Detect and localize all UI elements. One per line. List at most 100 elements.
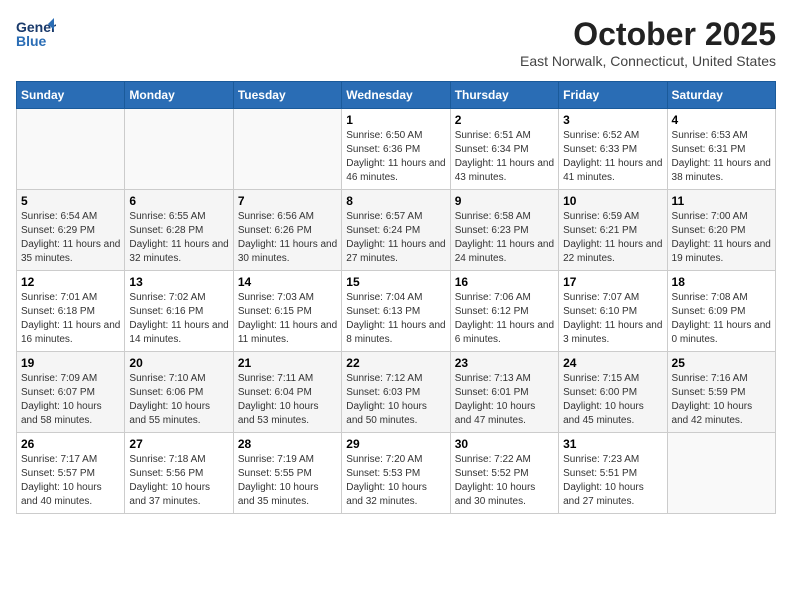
day-number: 12 (21, 275, 120, 289)
day-number: 23 (455, 356, 554, 370)
calendar-cell: 18Sunrise: 7:08 AMSunset: 6:09 PMDayligh… (667, 271, 775, 352)
weekday-header: Sunday (17, 82, 125, 109)
calendar-week-row: 26Sunrise: 7:17 AMSunset: 5:57 PMDayligh… (17, 433, 776, 514)
day-info: Sunrise: 7:23 AMSunset: 5:51 PMDaylight:… (563, 453, 662, 509)
weekday-header: Friday (559, 82, 667, 109)
day-info: Sunrise: 7:04 AMSunset: 6:13 PMDaylight:… (346, 291, 445, 347)
weekday-header: Tuesday (233, 82, 341, 109)
weekday-header: Monday (125, 82, 233, 109)
calendar-cell: 31 Sunrise: 7:23 AMSunset: 5:51 PMDayligh… (559, 433, 667, 514)
day-number: 14 (238, 275, 337, 289)
calendar-cell: 28 Sunrise: 7:19 AMSunset: 5:55 PMDayligh… (233, 433, 341, 514)
day-info: Sunrise: 7:02 AMSunset: 6:16 PMDaylight:… (129, 291, 228, 347)
day-number: 5 (21, 194, 120, 208)
day-number: 7 (238, 194, 337, 208)
day-info: Sunrise: 7:07 AMSunset: 6:10 PMDaylight:… (563, 291, 662, 347)
day-number: 17 (563, 275, 662, 289)
day-info: Sunrise: 6:55 AMSunset: 6:28 PMDaylight:… (129, 210, 228, 266)
day-info: Sunrise: 7:10 AMSunset: 6:06 PMDaylight:… (129, 372, 228, 428)
day-info: Sunrise: 7:19 AMSunset: 5:55 PMDaylight:… (238, 453, 337, 509)
day-info: Sunrise: 7:16 AMSunset: 5:59 PMDaylight:… (672, 372, 771, 428)
day-number: 31 (563, 437, 662, 451)
day-number: 20 (129, 356, 228, 370)
calendar-cell: 17 Sunrise: 7:07 AMSunset: 6:10 PMDayligh… (559, 271, 667, 352)
day-number: 22 (346, 356, 445, 370)
day-number: 11 (672, 194, 771, 208)
location: East Norwalk, Connecticut, United States (520, 53, 776, 69)
calendar-cell: 29Sunrise: 7:20 AMSunset: 5:53 PMDayligh… (342, 433, 450, 514)
day-info: Sunrise: 6:52 AMSunset: 6:33 PMDaylight:… (563, 129, 662, 185)
svg-text:Blue: Blue (16, 33, 47, 49)
calendar-cell: 2Sunrise: 6:51 AMSunset: 6:34 PMDaylight… (450, 109, 558, 190)
day-number: 21 (238, 356, 337, 370)
day-info: Sunrise: 7:13 AMSunset: 6:01 PMDaylight:… (455, 372, 554, 428)
calendar-cell: 23 Sunrise: 7:13 AMSunset: 6:01 PMDayligh… (450, 352, 558, 433)
day-number: 18 (672, 275, 771, 289)
calendar-week-row: 19 Sunrise: 7:09 AMSunset: 6:07 PMDayligh… (17, 352, 776, 433)
calendar-cell: 24 Sunrise: 7:15 AMSunset: 6:00 PMDayligh… (559, 352, 667, 433)
day-info: Sunrise: 7:11 AMSunset: 6:04 PMDaylight:… (238, 372, 337, 428)
day-info: Sunrise: 7:09 AMSunset: 6:07 PMDaylight:… (21, 372, 120, 428)
calendar-cell: 8 Sunrise: 6:57 AMSunset: 6:24 PMDaylight… (342, 190, 450, 271)
day-number: 2 (455, 113, 554, 127)
calendar-cell: 21 Sunrise: 7:11 AMSunset: 6:04 PMDayligh… (233, 352, 341, 433)
calendar-cell: 19 Sunrise: 7:09 AMSunset: 6:07 PMDayligh… (17, 352, 125, 433)
day-info: Sunrise: 6:53 AMSunset: 6:31 PMDaylight:… (672, 129, 771, 185)
calendar-cell: 10Sunrise: 6:59 AMSunset: 6:21 PMDayligh… (559, 190, 667, 271)
day-info: Sunrise: 7:00 AMSunset: 6:20 PMDaylight:… (672, 210, 771, 266)
day-info: Sunrise: 7:12 AMSunset: 6:03 PMDaylight:… (346, 372, 445, 428)
day-number: 27 (129, 437, 228, 451)
day-info: Sunrise: 7:22 AMSunset: 5:52 PMDaylight:… (455, 453, 554, 509)
day-number: 3 (563, 113, 662, 127)
calendar-cell: 20 Sunrise: 7:10 AMSunset: 6:06 PMDayligh… (125, 352, 233, 433)
day-number: 15 (346, 275, 445, 289)
day-number: 1 (346, 113, 445, 127)
day-info: Sunrise: 7:03 AMSunset: 6:15 PMDaylight:… (238, 291, 337, 347)
calendar-week-row: 5 Sunrise: 6:54 AMSunset: 6:29 PMDaylight… (17, 190, 776, 271)
day-number: 8 (346, 194, 445, 208)
calendar-cell: 9 Sunrise: 6:58 AMSunset: 6:23 PMDaylight… (450, 190, 558, 271)
calendar-cell (667, 433, 775, 514)
weekday-header: Wednesday (342, 82, 450, 109)
day-number: 29 (346, 437, 445, 451)
calendar-header-row: SundayMondayTuesdayWednesdayThursdayFrid… (17, 82, 776, 109)
day-info: Sunrise: 6:54 AMSunset: 6:29 PMDaylight:… (21, 210, 120, 266)
day-info: Sunrise: 6:56 AMSunset: 6:26 PMDaylight:… (238, 210, 337, 266)
day-info: Sunrise: 6:57 AMSunset: 6:24 PMDaylight:… (346, 210, 445, 266)
day-number: 30 (455, 437, 554, 451)
weekday-header: Saturday (667, 82, 775, 109)
day-info: Sunrise: 6:59 AMSunset: 6:21 PMDaylight:… (563, 210, 662, 266)
day-number: 28 (238, 437, 337, 451)
day-number: 13 (129, 275, 228, 289)
page-header: General Blue October 2025 East Norwalk, … (16, 16, 776, 69)
day-number: 26 (21, 437, 120, 451)
day-number: 6 (129, 194, 228, 208)
calendar-cell: 4 Sunrise: 6:53 AMSunset: 6:31 PMDaylight… (667, 109, 775, 190)
calendar-cell: 1 Sunrise: 6:50 AMSunset: 6:36 PMDaylight… (342, 109, 450, 190)
weekday-header: Thursday (450, 82, 558, 109)
day-info: Sunrise: 6:50 AMSunset: 6:36 PMDaylight:… (346, 129, 445, 185)
day-number: 4 (672, 113, 771, 127)
calendar-cell (17, 109, 125, 190)
calendar-cell: 30 Sunrise: 7:22 AMSunset: 5:52 PMDayligh… (450, 433, 558, 514)
day-number: 24 (563, 356, 662, 370)
calendar-week-row: 1 Sunrise: 6:50 AMSunset: 6:36 PMDaylight… (17, 109, 776, 190)
calendar-cell: 11 Sunrise: 7:00 AMSunset: 6:20 PMDayligh… (667, 190, 775, 271)
day-info: Sunrise: 7:15 AMSunset: 6:00 PMDaylight:… (563, 372, 662, 428)
calendar-cell (125, 109, 233, 190)
day-number: 19 (21, 356, 120, 370)
calendar-cell: 14 Sunrise: 7:03 AMSunset: 6:15 PMDayligh… (233, 271, 341, 352)
day-info: Sunrise: 7:01 AMSunset: 6:18 PMDaylight:… (21, 291, 120, 347)
day-number: 9 (455, 194, 554, 208)
month-title: October 2025 (520, 16, 776, 53)
day-info: Sunrise: 6:58 AMSunset: 6:23 PMDaylight:… (455, 210, 554, 266)
day-info: Sunrise: 7:18 AMSunset: 5:56 PMDaylight:… (129, 453, 228, 509)
day-number: 25 (672, 356, 771, 370)
calendar-cell: 7 Sunrise: 6:56 AMSunset: 6:26 PMDaylight… (233, 190, 341, 271)
calendar-week-row: 12 Sunrise: 7:01 AMSunset: 6:18 PMDayligh… (17, 271, 776, 352)
calendar-cell: 22 Sunrise: 7:12 AMSunset: 6:03 PMDayligh… (342, 352, 450, 433)
title-block: October 2025 East Norwalk, Connecticut, … (520, 16, 776, 69)
calendar-cell (233, 109, 341, 190)
calendar-cell: 5 Sunrise: 6:54 AMSunset: 6:29 PMDaylight… (17, 190, 125, 271)
calendar-cell: 25 Sunrise: 7:16 AMSunset: 5:59 PMDayligh… (667, 352, 775, 433)
